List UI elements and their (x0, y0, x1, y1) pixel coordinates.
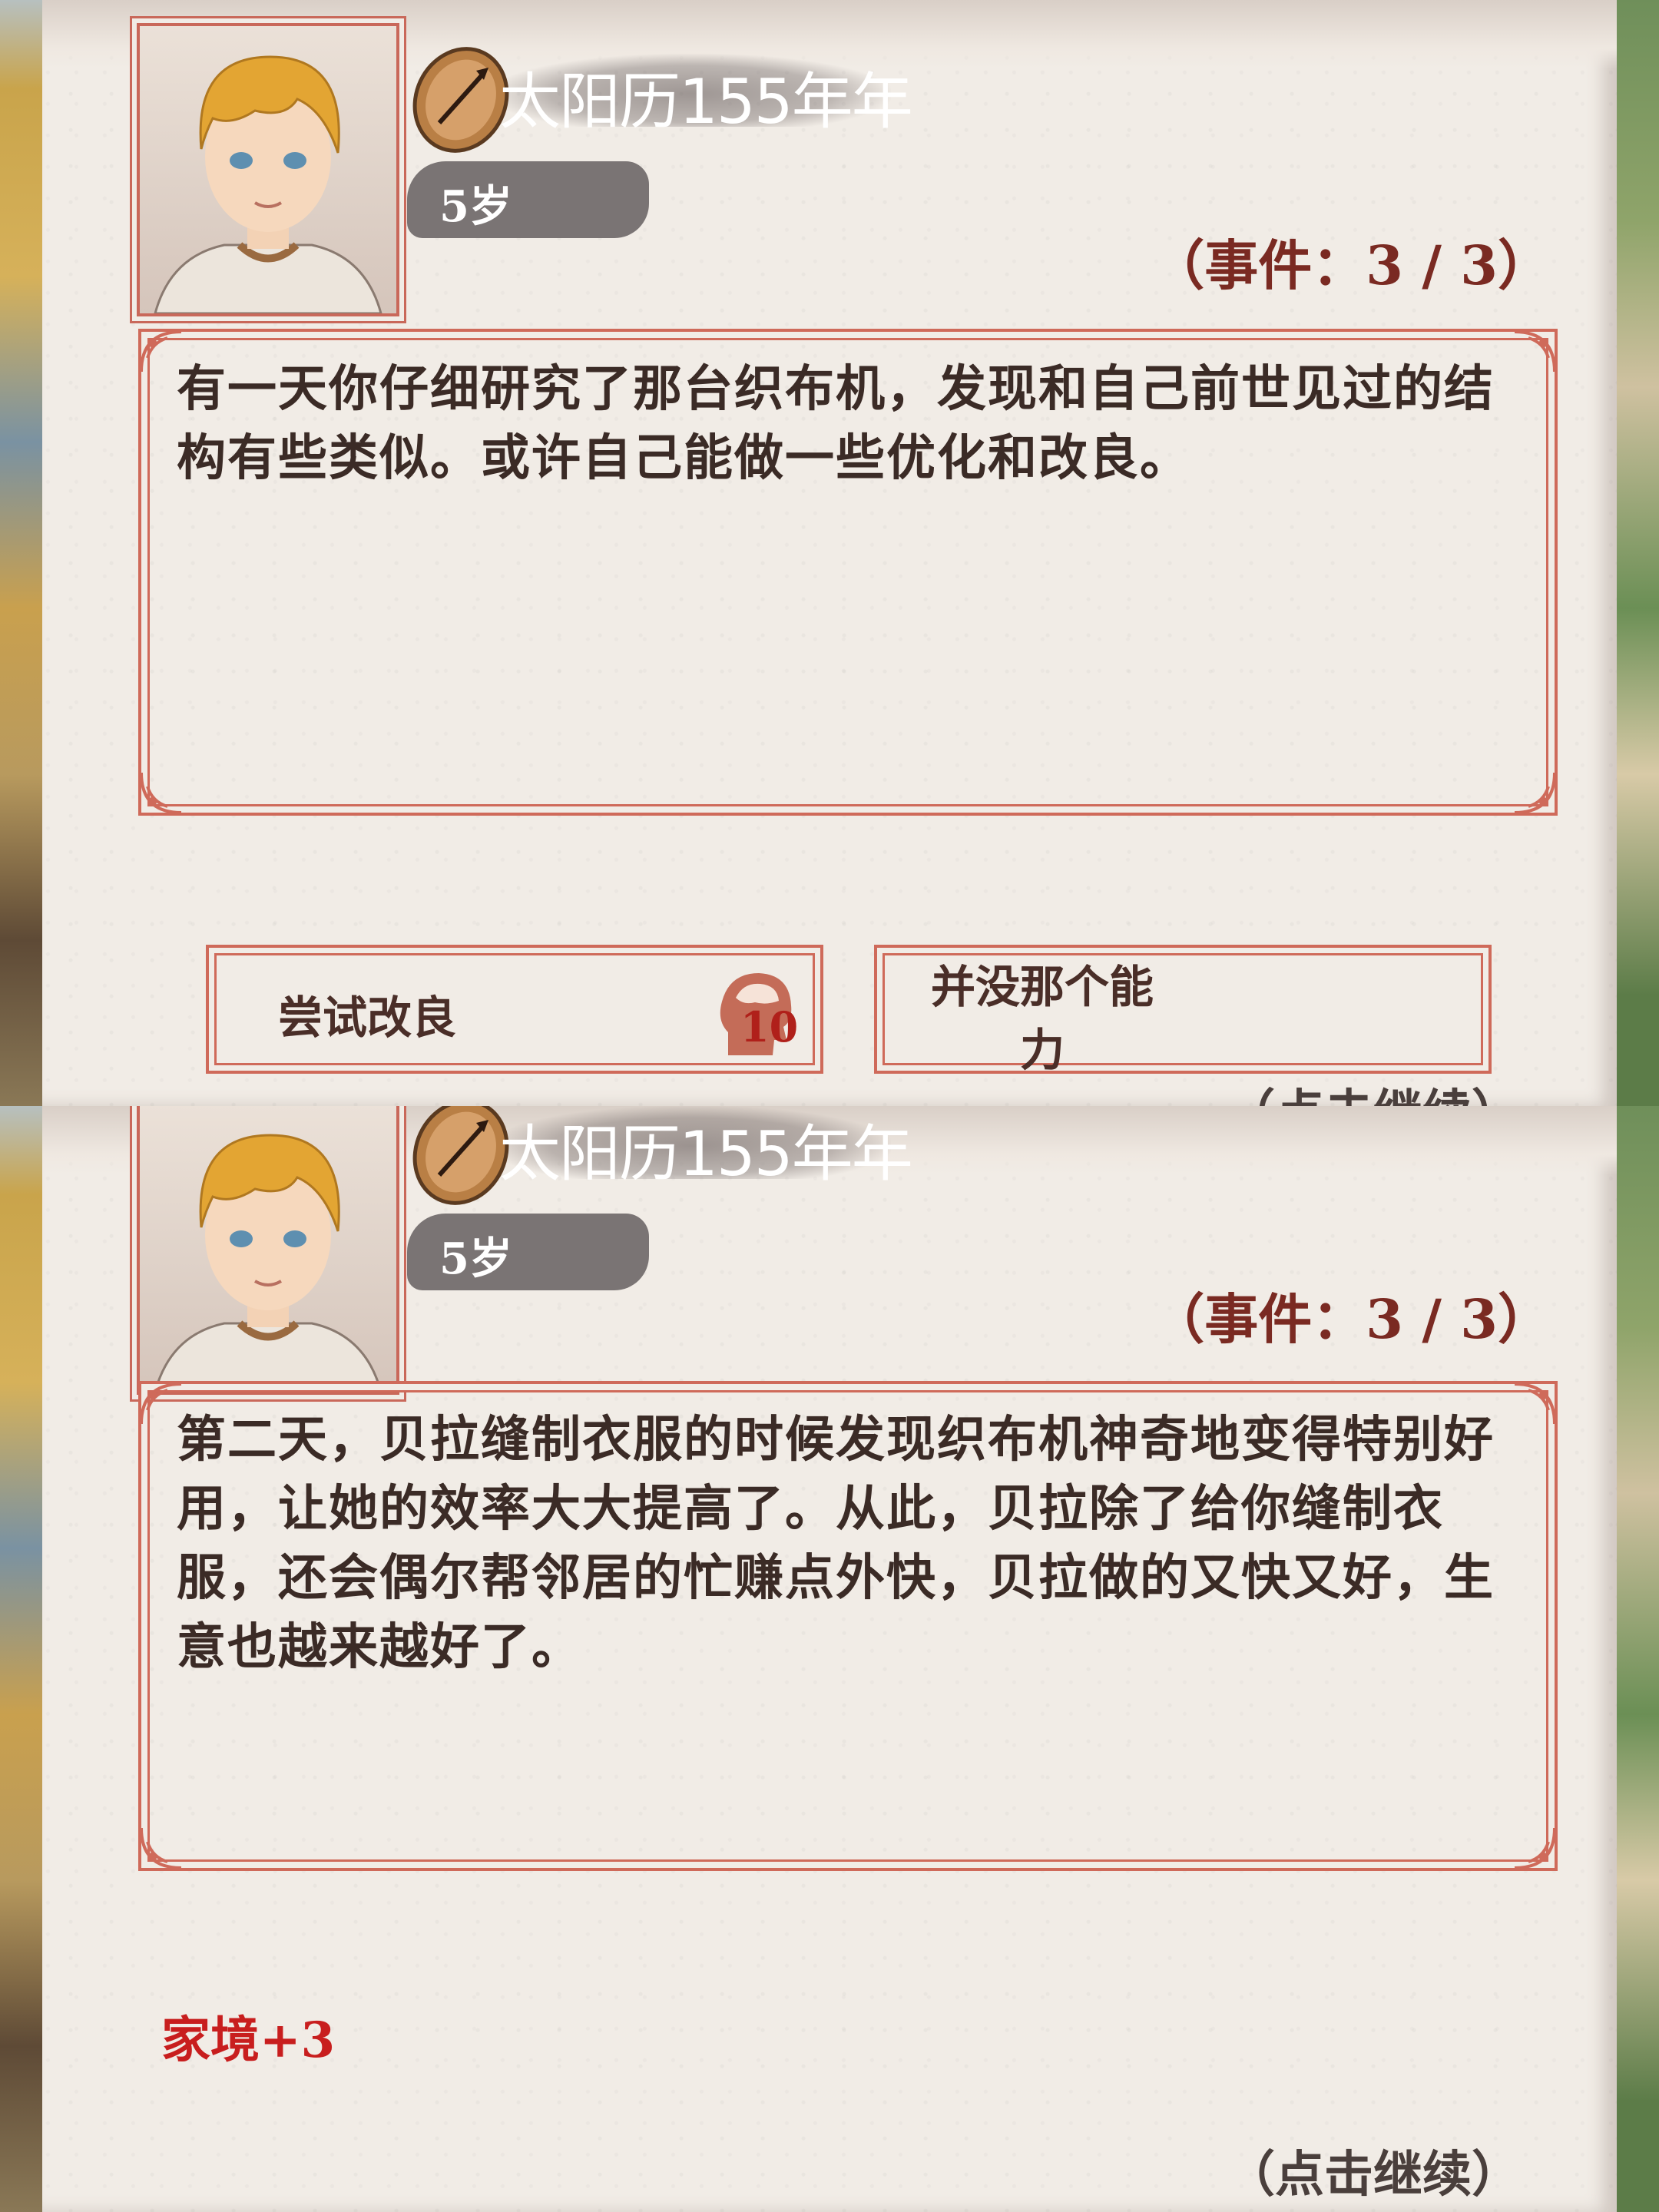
age-label: 5岁 (439, 181, 512, 232)
choice-try-improve-button[interactable]: 尝试改良 10 (206, 945, 823, 1074)
sundial-icon (412, 47, 509, 153)
story-text: 有一天你仔细研究了那台织布机，发现和自己前世见过的结构有些类似。或许自己能做一些… (177, 360, 1495, 487)
sundial-icon (412, 1106, 509, 1205)
event-panel-2: 太阳历155年年 5岁 （事件：3 / 3） 第二天，贝拉缝制衣服的时候发现织布… (0, 1106, 1659, 2212)
continue-prompt[interactable]: （点击继续） (1226, 2135, 1521, 2206)
ornament-corner-icon (1514, 1382, 1556, 1425)
event-panel-1: 太阳历155年年 5岁 （事件：3 / 3） 有一天你仔细研究了那台织布机，发现… (0, 0, 1659, 1106)
ornament-corner-icon (140, 1827, 182, 1869)
choice-no-ability-button[interactable]: 并没那个能力 (874, 945, 1492, 1076)
reward-label: 家境+3 (161, 2012, 336, 2069)
event-counter: （事件：3 / 3） (1151, 1287, 1551, 1351)
ornament-corner-icon (140, 772, 182, 814)
character-portrait (137, 1106, 399, 1395)
character-portrait (137, 23, 399, 316)
avatar (154, 55, 382, 313)
age-label: 5岁 (439, 1233, 512, 1284)
story-text: 第二天，贝拉缝制衣服的时候发现织布机神奇地变得特别好用，让她的效率大大提高了。从… (177, 1411, 1495, 1676)
ornament-corner-icon (1514, 330, 1556, 373)
attribute-requirement: 10 (713, 967, 799, 1059)
choice-label: 尝试改良 (278, 992, 457, 1044)
ornament-corner-icon (1514, 1827, 1556, 1869)
continue-prompt[interactable]: （点击继续） (1226, 1074, 1521, 1106)
choice-label: 并没那个能力 (930, 961, 1154, 1076)
calendar-date: 太阳历155年年 (499, 66, 913, 137)
avatar (154, 1134, 382, 1392)
event-counter: （事件：3 / 3） (1151, 233, 1551, 297)
ornament-corner-icon (1514, 772, 1556, 814)
calendar-date: 太阳历155年年 (499, 1118, 913, 1190)
requirement-value: 10 (740, 1002, 799, 1051)
